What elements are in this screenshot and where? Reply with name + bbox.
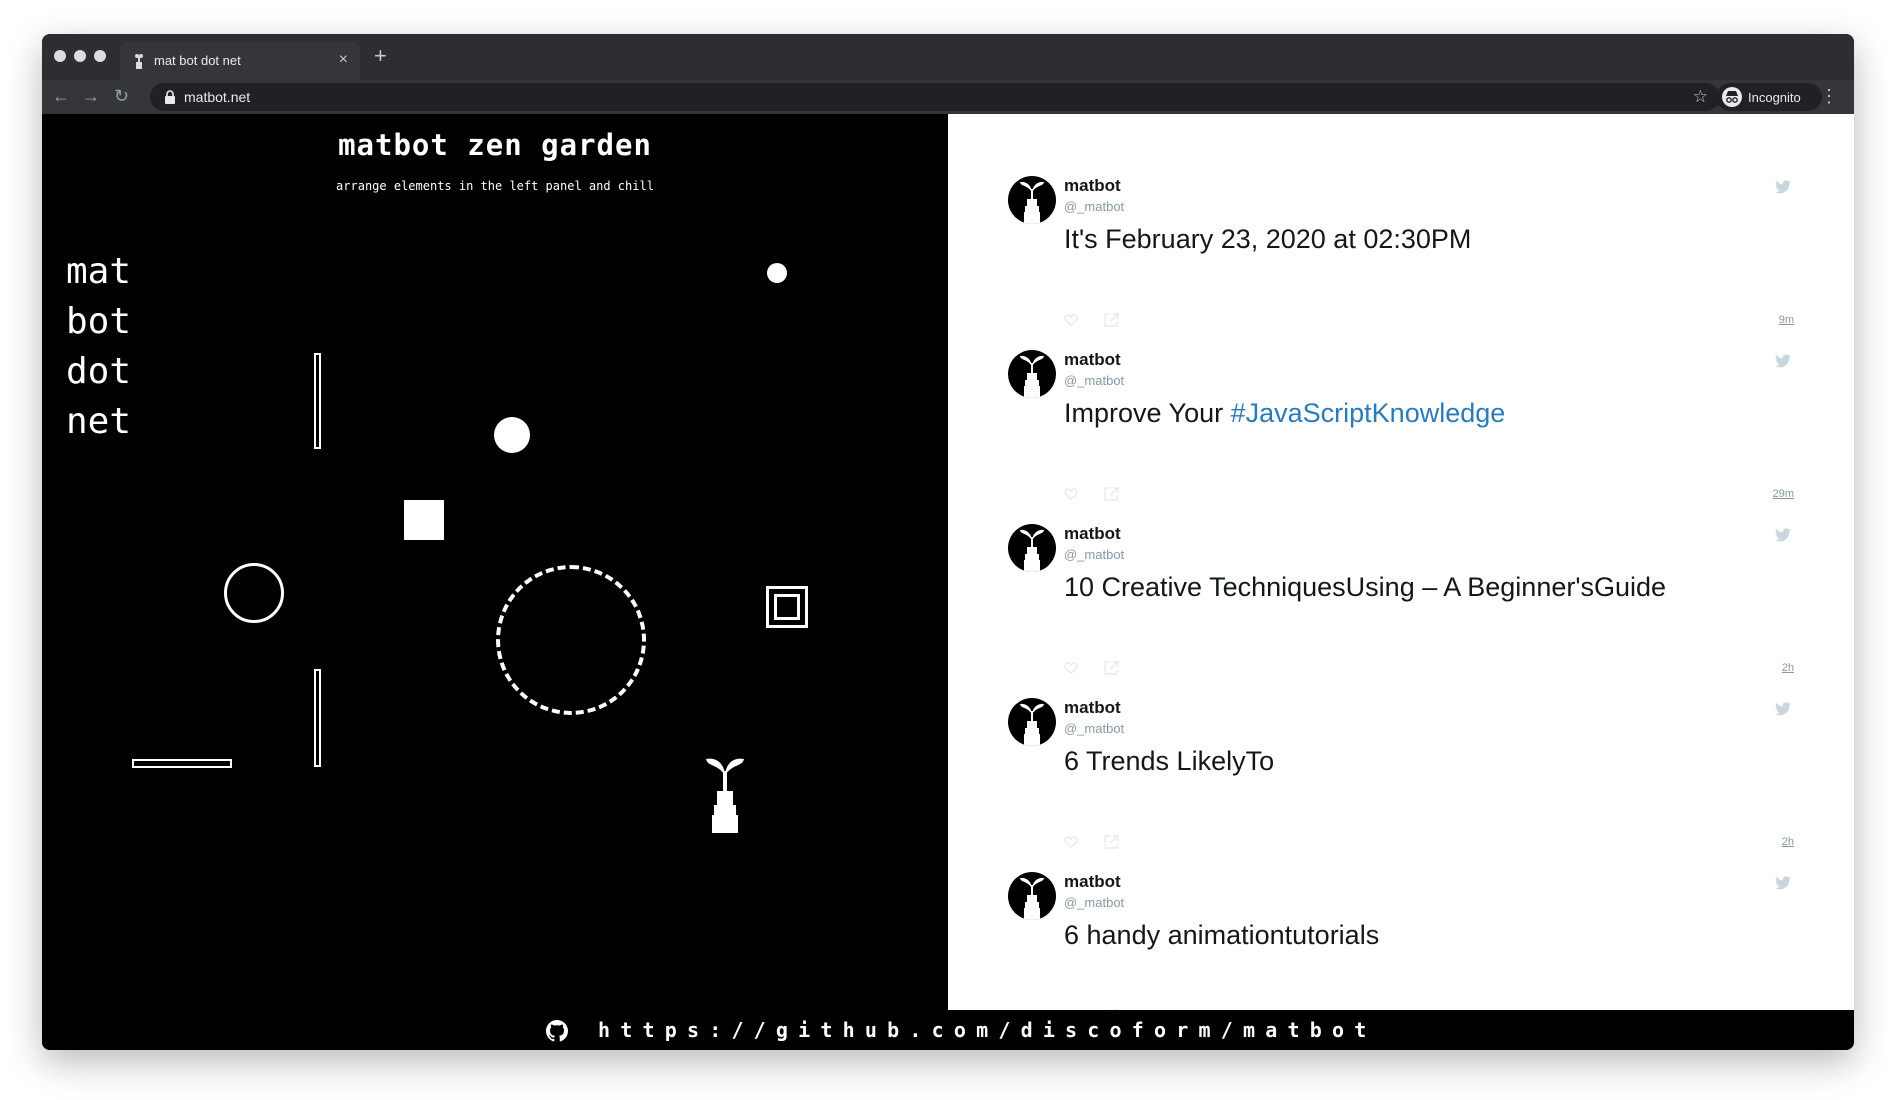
- browser-window: mat bot dot net × + ← → ↻ matbot.net ☆ I…: [42, 34, 1854, 1050]
- horizontal-bar-shape[interactable]: [132, 759, 232, 768]
- nested-square-shape[interactable]: [766, 586, 808, 628]
- twitter-bird-icon[interactable]: [1775, 354, 1791, 368]
- tweet-handle[interactable]: @_matbot: [1064, 373, 1124, 388]
- tweet-card[interactable]: matbot @_matbot Improve Your #JavaScript…: [948, 350, 1854, 524]
- address-url[interactable]: matbot.net: [184, 89, 250, 105]
- nested-square-inner: [774, 594, 800, 620]
- tweet-handle[interactable]: @_matbot: [1064, 721, 1124, 736]
- share-icon[interactable]: [1104, 661, 1120, 675]
- tweet-text: It's February 23, 2020 at 02:30PM: [1064, 224, 1471, 255]
- tweet-handle[interactable]: @_matbot: [1064, 895, 1124, 910]
- matbot-avatar-icon: [1020, 529, 1044, 572]
- tweet-text-main: 10 Creative TechniquesUsing – A Beginner…: [1064, 572, 1667, 602]
- tweet-card[interactable]: matbot @_matbot 10 Creative TechniquesUs…: [948, 524, 1854, 698]
- tweet-author-name[interactable]: matbot: [1064, 524, 1121, 544]
- brand-line-mat: mat: [66, 251, 132, 292]
- small-dot-shape[interactable]: [767, 263, 787, 283]
- window-minimize-dot[interactable]: [74, 50, 86, 62]
- avatar[interactable]: [1008, 698, 1056, 746]
- plant-pot-icon[interactable]: [704, 755, 746, 835]
- browser-tab[interactable]: mat bot dot net ×: [120, 42, 360, 80]
- page-title: matbot zen garden: [338, 128, 652, 162]
- brand-line-dot: dot: [66, 351, 132, 392]
- twitter-bird-icon[interactable]: [1775, 702, 1791, 716]
- browser-toolbar: ← → ↻ matbot.net ☆ Incognito ⋮: [42, 80, 1854, 114]
- window-maximize-dot[interactable]: [94, 50, 106, 62]
- tweet-text: 10 Creative TechniquesUsing – A Beginner…: [1064, 572, 1666, 603]
- matbot-avatar-icon: [1020, 181, 1044, 224]
- brand-line-bot: bot: [66, 301, 132, 342]
- tweet-timestamp[interactable]: 2h: [1782, 836, 1794, 848]
- tweet-author-name[interactable]: matbot: [1064, 872, 1121, 892]
- dashed-circle-shape[interactable]: [496, 565, 646, 715]
- matbot-avatar-icon: [1020, 877, 1044, 920]
- incognito-button[interactable]: Incognito: [1716, 83, 1822, 111]
- tweet-text: 6 Trends LikelyTo: [1064, 746, 1274, 777]
- window-close-dot[interactable]: [54, 50, 66, 62]
- address-bar[interactable]: matbot.net ☆: [150, 83, 1720, 111]
- tweet-text-main: 6 handy animationtutorials: [1064, 920, 1380, 950]
- share-icon[interactable]: [1104, 487, 1120, 501]
- tweet-timestamp[interactable]: 2h: [1782, 662, 1794, 674]
- avatar[interactable]: [1008, 524, 1056, 572]
- tweet-card[interactable]: matbot @_matbot It's February 23, 2020 a…: [948, 176, 1854, 350]
- tweet-timestamp[interactable]: 9m: [1779, 314, 1794, 326]
- tab-title: mat bot dot net: [154, 53, 241, 68]
- tweet-text: 6 handy animationtutorials: [1064, 920, 1379, 951]
- share-icon[interactable]: [1104, 835, 1120, 849]
- vertical-bar-bottom-shape[interactable]: [314, 669, 321, 767]
- page-content: matbot zen garden arrange elements in th…: [42, 114, 1854, 1050]
- tweet-handle[interactable]: @_matbot: [1064, 547, 1124, 562]
- filled-circle-shape[interactable]: [494, 417, 530, 453]
- forward-arrow-icon[interactable]: →: [82, 85, 100, 107]
- back-arrow-icon[interactable]: ←: [52, 85, 70, 107]
- heart-icon[interactable]: [1064, 314, 1078, 326]
- tweet-timestamp[interactable]: 29m: [1773, 488, 1794, 500]
- page-subtitle: arrange elements in the left panel and c…: [336, 179, 654, 193]
- heart-icon[interactable]: [1064, 488, 1078, 500]
- heart-icon[interactable]: [1064, 836, 1078, 848]
- avatar[interactable]: [1008, 176, 1056, 224]
- filled-square-shape[interactable]: [404, 500, 444, 540]
- tweet-author-name[interactable]: matbot: [1064, 698, 1121, 718]
- tweet-text: Improve Your #JavaScriptKnowledge: [1064, 398, 1505, 429]
- browser-titlebar: mat bot dot net × +: [42, 34, 1854, 80]
- avatar[interactable]: [1008, 872, 1056, 920]
- ring-shape[interactable]: [224, 563, 284, 623]
- tab-favicon-icon: [134, 53, 144, 69]
- vertical-bar-top-shape[interactable]: [314, 353, 321, 449]
- tweet-feed-panel: matbot @_matbot It's February 23, 2020 a…: [948, 114, 1854, 1050]
- twitter-bird-icon[interactable]: [1775, 180, 1791, 194]
- tweet-text-main: It's February 23, 2020 at 02:30PM: [1064, 224, 1472, 254]
- tab-close-icon[interactable]: ×: [339, 51, 348, 69]
- tweet-text-main: Improve Your: [1064, 398, 1231, 428]
- brand-line-net: net: [66, 401, 132, 442]
- browser-menu-icon[interactable]: ⋮: [1820, 84, 1838, 108]
- twitter-bird-icon[interactable]: [1775, 528, 1791, 542]
- tweet-author-name[interactable]: matbot: [1064, 176, 1121, 196]
- github-link[interactable]: https://github.com/discoform/matbot: [598, 1018, 1376, 1042]
- matbot-avatar-icon: [1020, 703, 1044, 746]
- zen-garden-panel: matbot zen garden arrange elements in th…: [42, 114, 948, 1050]
- share-icon[interactable]: [1104, 313, 1120, 327]
- bookmark-star-icon[interactable]: ☆: [1693, 86, 1708, 108]
- new-tab-icon[interactable]: +: [374, 44, 387, 68]
- tweet-hashtag[interactable]: #JavaScriptKnowledge: [1231, 398, 1506, 428]
- incognito-icon: [1722, 87, 1742, 107]
- heart-icon[interactable]: [1064, 662, 1078, 674]
- incognito-label: Incognito: [1748, 90, 1801, 105]
- footer-bar: https://github.com/discoform/matbot: [42, 1010, 1854, 1050]
- twitter-bird-icon[interactable]: [1775, 876, 1791, 890]
- avatar[interactable]: [1008, 350, 1056, 398]
- matbot-avatar-icon: [1020, 355, 1044, 398]
- tweet-handle[interactable]: @_matbot: [1064, 199, 1124, 214]
- lock-icon: [165, 90, 175, 104]
- github-icon[interactable]: [546, 1020, 568, 1042]
- reload-icon[interactable]: ↻: [114, 85, 129, 107]
- tweet-author-name[interactable]: matbot: [1064, 350, 1121, 370]
- tweet-text-main: 6 Trends LikelyTo: [1064, 746, 1275, 776]
- tweet-card[interactable]: matbot @_matbot 6 Trends LikelyTo 2h: [948, 698, 1854, 872]
